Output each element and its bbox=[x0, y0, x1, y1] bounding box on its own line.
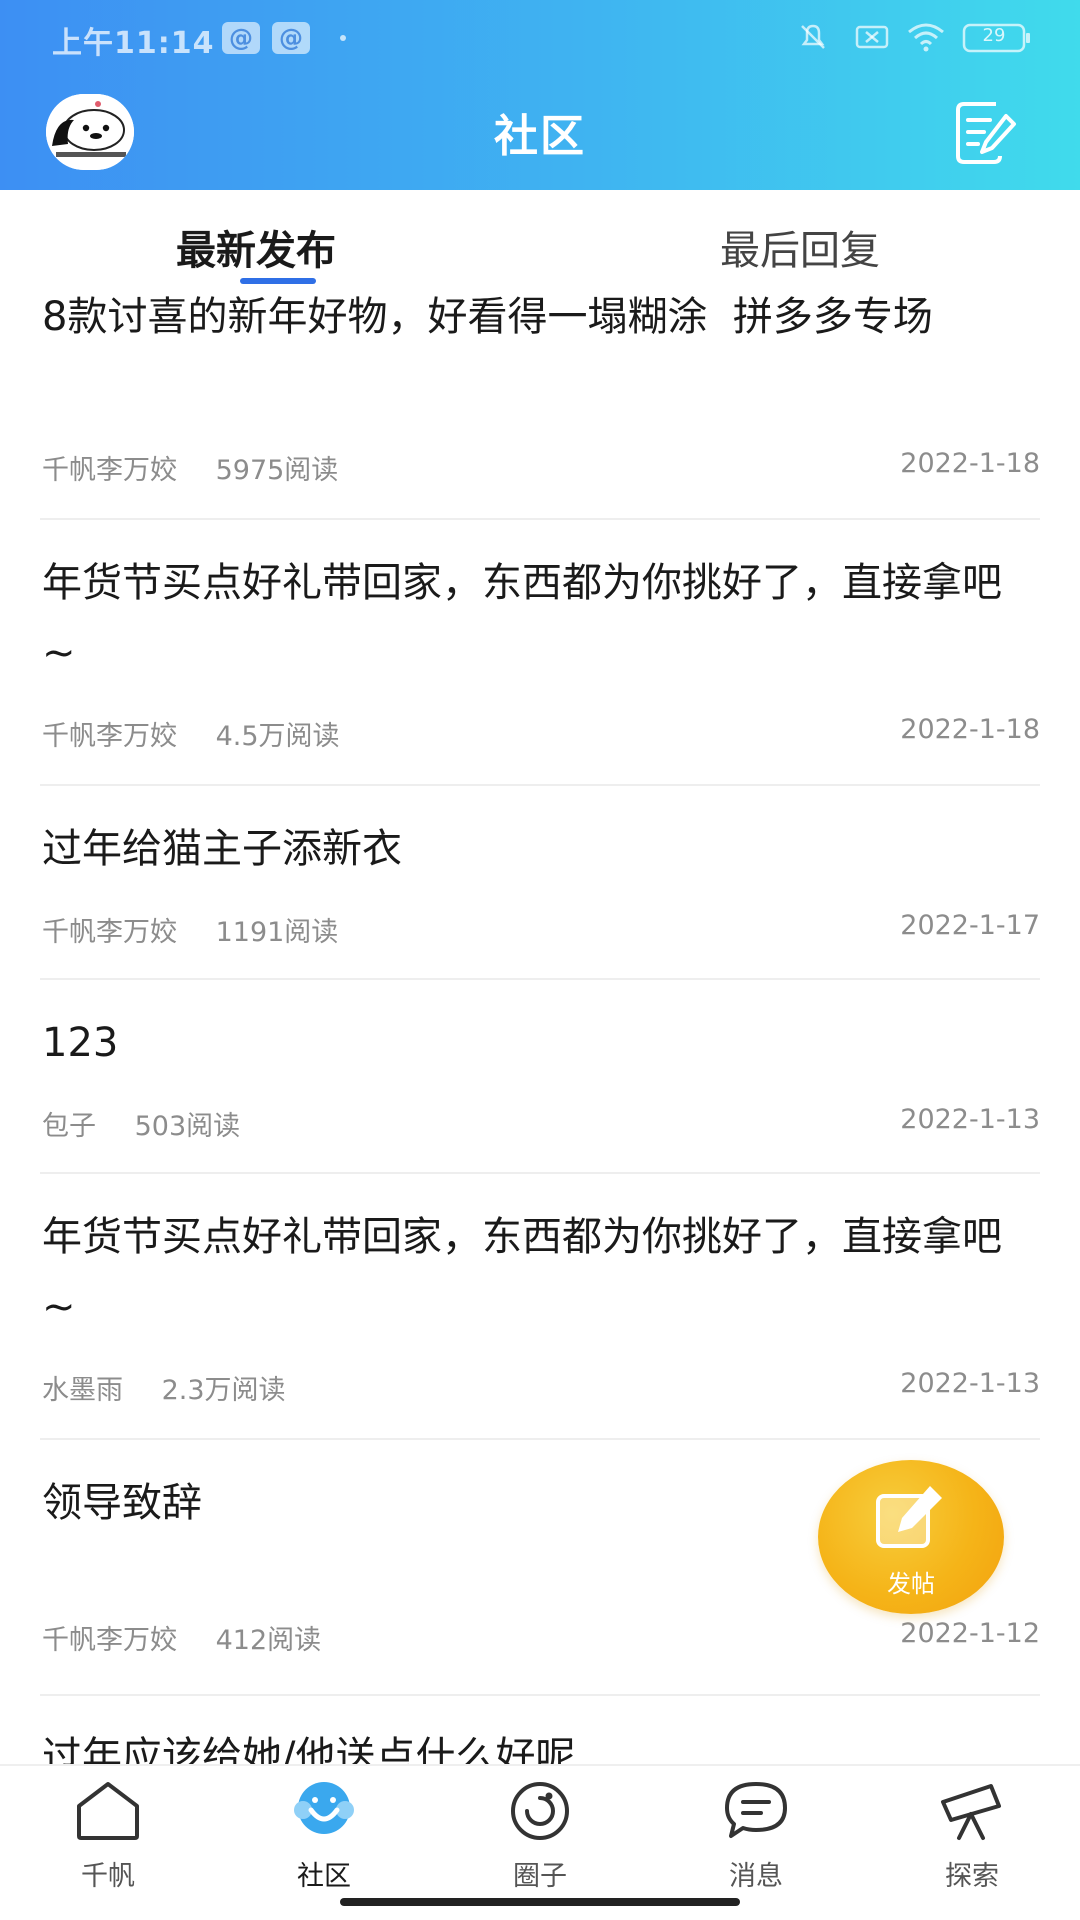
post-author: 包子 bbox=[42, 1111, 96, 1142]
post-item[interactable]: 年货节买点好礼带回家，东西都为你挑好了，直接拿吧~ 千帆李万姣 4.5万阅读 2… bbox=[42, 548, 1040, 768]
post-reads: 4.5万阅读 bbox=[215, 721, 340, 752]
post-reads: 503阅读 bbox=[134, 1111, 241, 1142]
post-reads: 5975阅读 bbox=[215, 455, 339, 486]
telescope-icon bbox=[941, 1784, 1001, 1840]
post-meta: 千帆李万姣 1191阅读 2022-1-17 bbox=[42, 910, 1040, 949]
mute-bell-icon bbox=[801, 24, 825, 49]
post-author: 千帆李万姣 bbox=[42, 455, 177, 486]
post-title[interactable]: 8款讨喜的新年好物，好看得一塌糊涂 拼多多专场 bbox=[42, 282, 1032, 352]
post-date: 2022-1-12 bbox=[900, 1618, 1040, 1649]
status-time: 上午11:14 bbox=[52, 26, 215, 61]
post-meta: 千帆李万姣 412阅读 2022-1-12 bbox=[42, 1618, 1040, 1657]
page-title: 社区 bbox=[494, 111, 586, 162]
edit-note-icon[interactable] bbox=[950, 96, 1020, 166]
nav-item-circle[interactable]: 圈子 bbox=[470, 1766, 610, 1896]
nav-item-messages[interactable]: 消息 bbox=[686, 1766, 826, 1896]
post-meta: 千帆李万姣 4.5万阅读 2022-1-18 bbox=[42, 714, 1040, 753]
post-date: 2022-1-18 bbox=[900, 448, 1040, 479]
nav-label: 社区 bbox=[297, 1861, 351, 1892]
tab-last-reply[interactable]: 最后回复 bbox=[720, 218, 880, 276]
post-date: 2022-1-18 bbox=[900, 714, 1040, 745]
divider bbox=[40, 1172, 1040, 1174]
nav-item-qianfan[interactable]: 千帆 bbox=[38, 1766, 178, 1896]
post-title[interactable]: 过年应该给她/他送点什么好呢 bbox=[42, 1722, 1040, 1766]
community-screen: 上午11:14 @ @ 29 社区 最新发布 最后回复 8款讨喜的新年好物，好看… bbox=[0, 0, 1080, 1920]
home-icon bbox=[77, 1782, 139, 1840]
post-item[interactable]: 过年给猫主子添新衣 千帆李万姣 1191阅读 2022-1-17 bbox=[42, 814, 1040, 964]
post-reads: 2.3万阅读 bbox=[161, 1375, 286, 1406]
home-indicator[interactable] bbox=[340, 1898, 740, 1906]
tab-latest[interactable]: 最新发布 bbox=[176, 218, 336, 276]
app-header: 上午11:14 @ @ 29 社区 bbox=[0, 0, 1080, 190]
post-item[interactable]: 123 包子 503阅读 2022-1-13 bbox=[42, 1008, 1040, 1158]
edit-icon bbox=[876, 1486, 942, 1548]
post-reads: 412阅读 bbox=[215, 1625, 322, 1656]
post-title[interactable]: 年货节买点好礼带回家，东西都为你挑好了，直接拿吧~ bbox=[42, 548, 1032, 688]
weibo-notification-icon: @ bbox=[222, 22, 260, 54]
post-author: 水墨雨 bbox=[42, 1375, 123, 1406]
post-author: 千帆李万姣 bbox=[42, 917, 177, 948]
status-bar: 上午11:14 @ @ 29 bbox=[0, 0, 1080, 76]
more-notifications-dot bbox=[340, 35, 346, 41]
new-post-button[interactable]: 发帖 bbox=[818, 1460, 1004, 1614]
divider bbox=[40, 518, 1040, 520]
nav-item-explore[interactable]: 探索 bbox=[902, 1766, 1042, 1896]
battery-level: 29 bbox=[982, 25, 1006, 46]
divider bbox=[40, 784, 1040, 786]
wifi-icon bbox=[908, 23, 944, 52]
message-icon bbox=[725, 1782, 787, 1838]
bottom-nav: 千帆 社区 圈子 消息 探索 bbox=[0, 1764, 1080, 1920]
nav-label: 圈子 bbox=[513, 1861, 567, 1892]
weibo-notification-icon: @ bbox=[272, 22, 310, 54]
post-meta: 水墨雨 2.3万阅读 2022-1-13 bbox=[42, 1368, 1040, 1407]
new-post-label: 发帖 bbox=[887, 1570, 935, 1598]
post-item[interactable]: 过年应该给她/他送点什么好呢 bbox=[42, 1722, 1040, 1766]
post-item[interactable]: 年货节买点好礼带回家，东西都为你挑好了，直接拿吧~ 水墨雨 2.3万阅读 202… bbox=[42, 1202, 1040, 1422]
divider bbox=[40, 978, 1040, 980]
divider bbox=[40, 1438, 1040, 1440]
post-meta: 千帆李万姣 5975阅读 2022-1-18 bbox=[42, 448, 1040, 487]
nav-label: 消息 bbox=[729, 1861, 783, 1892]
post-title[interactable]: 过年给猫主子添新衣 bbox=[42, 814, 1040, 884]
post-date: 2022-1-13 bbox=[900, 1368, 1040, 1399]
post-title[interactable]: 123 bbox=[42, 1008, 1040, 1078]
post-date: 2022-1-17 bbox=[900, 910, 1040, 941]
nav-item-community[interactable]: 社区 bbox=[254, 1766, 394, 1896]
post-reads: 1191阅读 bbox=[215, 917, 339, 948]
nav-label: 探索 bbox=[945, 1861, 999, 1892]
post-meta: 包子 503阅读 2022-1-13 bbox=[42, 1104, 1040, 1143]
divider bbox=[40, 1694, 1040, 1696]
circle-icon bbox=[511, 1782, 569, 1840]
post-date: 2022-1-13 bbox=[900, 1104, 1040, 1135]
post-title[interactable]: 年货节买点好礼带回家，东西都为你挑好了，直接拿吧~ bbox=[42, 1202, 1032, 1342]
no-sim-icon bbox=[855, 25, 889, 49]
post-item[interactable]: 8款讨喜的新年好物，好看得一塌糊涂 拼多多专场 千帆李万姣 5975阅读 202… bbox=[42, 282, 1040, 502]
community-icon bbox=[294, 1782, 354, 1834]
post-author: 千帆李万姣 bbox=[42, 721, 177, 752]
post-author: 千帆李万姣 bbox=[42, 1625, 177, 1656]
nav-label: 千帆 bbox=[81, 1861, 135, 1892]
